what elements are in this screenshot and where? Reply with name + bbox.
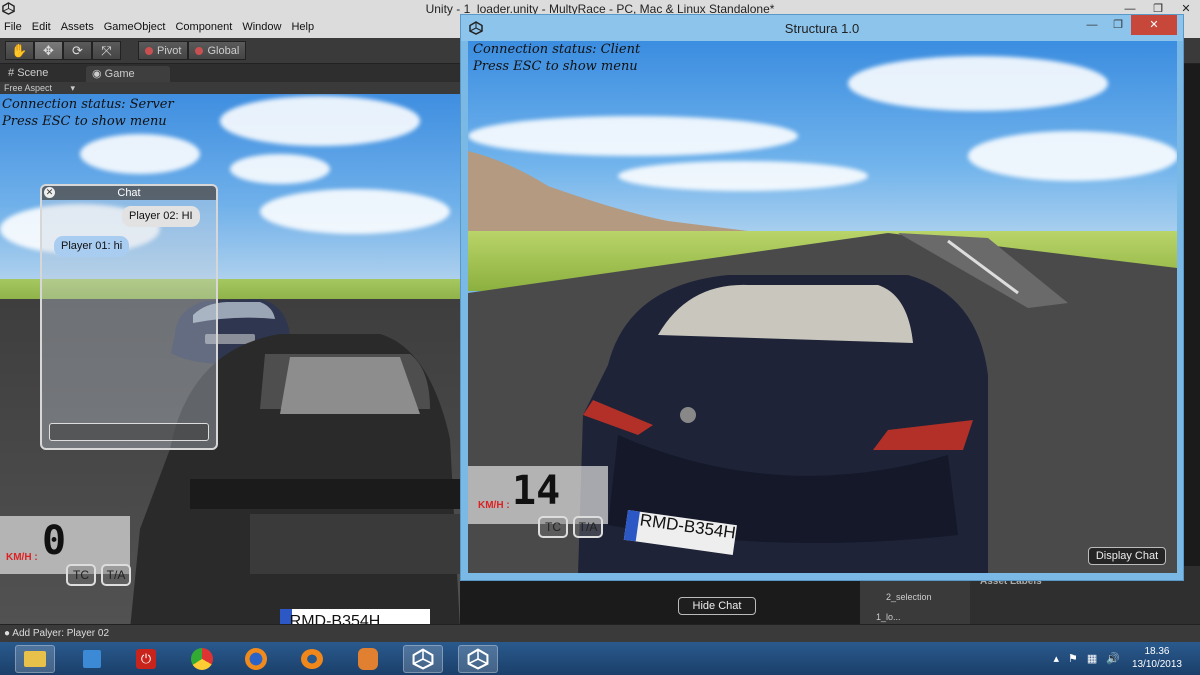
app-hand-icon[interactable] xyxy=(348,645,388,673)
speed-unit: KM/H : xyxy=(478,500,510,511)
tray-volume-icon[interactable]: 🔊 xyxy=(1106,652,1120,665)
unity-icon[interactable] xyxy=(403,645,443,673)
rotate-tool-button[interactable]: ⟳ xyxy=(63,41,92,60)
screen: Unity - 1_loader.unity - MultyRace - PC,… xyxy=(0,0,1200,675)
taskbar: ⏻ ▴ ⚑ ▦ 🔊 18.36 13/10/2013 xyxy=(0,642,1200,675)
tray-network-icon[interactable]: ▦ xyxy=(1087,652,1097,665)
client-minimize-button[interactable]: — xyxy=(1079,15,1105,35)
display-chat-button[interactable]: Display Chat xyxy=(1088,547,1166,565)
menu-gameobject[interactable]: GameObject xyxy=(100,18,172,38)
client-titlebar: Structura 1.0 — ❐ ✕ xyxy=(461,15,1183,41)
aspect-dropdown[interactable]: Free Aspect ▾ xyxy=(0,82,460,94)
chat-close-icon[interactable]: ✕ xyxy=(44,187,55,198)
system-tray: ▴ ⚑ ▦ 🔊 xyxy=(1053,652,1120,665)
firefox-icon[interactable] xyxy=(236,645,276,673)
clock-time: 18.36 xyxy=(1144,646,1170,657)
chevron-down-icon: ▾ xyxy=(70,83,76,93)
client-maximize-button[interactable]: ❐ xyxy=(1105,15,1131,35)
project-item[interactable]: 2_selection xyxy=(886,592,932,602)
view-tabs: # Scene ◉ Game xyxy=(0,64,460,82)
tab-scene[interactable]: # Scene xyxy=(2,66,54,82)
client-connection-status: Connection status: Client xyxy=(473,42,641,57)
speed-value: 0 xyxy=(42,518,67,564)
chat-message: Player 02: HI xyxy=(122,206,200,227)
file-explorer-icon[interactable] xyxy=(15,645,55,673)
status-message: Add Palyer: Player 02 xyxy=(12,628,109,639)
speed-unit: KM/H : xyxy=(6,552,38,563)
blender-icon[interactable] xyxy=(292,645,332,673)
unity-icon[interactable] xyxy=(458,645,498,673)
client-close-button[interactable]: ✕ xyxy=(1131,15,1177,35)
menu-component[interactable]: Component xyxy=(171,18,238,38)
chat-header: ✕ Chat xyxy=(42,186,216,200)
chrome-icon[interactable] xyxy=(182,645,222,673)
rotate-icon: ⟳ xyxy=(72,42,83,58)
menu-file[interactable]: File xyxy=(0,18,28,38)
hand-tool-button[interactable]: ✋ xyxy=(5,41,34,60)
client-window: Structura 1.0 — ❐ ✕ RMD-B354H Connection… xyxy=(460,14,1184,581)
pivot-toggle[interactable]: Pivot xyxy=(138,41,189,60)
clock-date: 13/10/2013 xyxy=(1131,659,1182,670)
client-hint: Press ESC to show menu xyxy=(473,59,638,74)
menu-window[interactable]: Window xyxy=(238,18,287,38)
chat-message: Player 01: hi xyxy=(54,236,130,257)
client-game-view[interactable]: RMD-B354H Connection status: Client Pres… xyxy=(468,41,1177,573)
menu-edit[interactable]: Edit xyxy=(28,18,57,38)
server-connection-status: Connection status: Server xyxy=(2,97,174,112)
speed-value: 14 xyxy=(512,468,561,514)
ta-button[interactable]: T/A xyxy=(573,516,603,538)
global-icon xyxy=(195,46,204,55)
tray-flag-icon[interactable]: ⚑ xyxy=(1068,652,1078,665)
pivot-icon xyxy=(145,46,153,55)
menu-assets[interactable]: Assets xyxy=(57,18,100,38)
scale-tool-button[interactable]: ⤧ xyxy=(92,41,121,60)
scale-icon: ⤧ xyxy=(101,42,112,58)
move-tool-button[interactable]: ✥ xyxy=(34,41,63,60)
game-icon: ◉ xyxy=(92,68,102,80)
info-icon: ● xyxy=(4,628,11,639)
client-window-title: Structura 1.0 xyxy=(784,21,860,36)
chat-input[interactable] xyxy=(49,423,209,441)
menu-help[interactable]: Help xyxy=(287,18,320,38)
tc-button[interactable]: TC xyxy=(66,564,96,586)
scene-icon: # xyxy=(8,67,15,79)
project-item[interactable]: 1_lo... xyxy=(876,612,901,622)
project-panel: 2_selection 1_lo... xyxy=(860,578,972,624)
player-car-client: RMD-B354H xyxy=(578,275,988,573)
editor-status-bar: ● Add Palyer: Player 02 xyxy=(0,624,1200,642)
control-panel-icon[interactable] xyxy=(72,645,112,673)
chat-panel: ✕ Chat Player 02: HI Player 01: hi xyxy=(40,184,218,450)
tray-up-arrow-icon[interactable]: ▴ xyxy=(1053,652,1059,665)
ta-button[interactable]: T/A xyxy=(101,564,131,586)
server-game-view[interactable]: RMD-B354H Connection status: Server Pres… xyxy=(0,94,460,624)
server-plate-text: RMD-B354H xyxy=(290,613,381,624)
hand-icon: ✋ xyxy=(11,42,28,58)
power-app-icon[interactable]: ⏻ xyxy=(126,645,166,673)
global-toggle[interactable]: Global xyxy=(188,41,247,60)
hide-chat-button[interactable]: Hide Chat xyxy=(678,597,756,615)
chat-title: Chat xyxy=(117,187,141,199)
tc-button[interactable]: TC xyxy=(538,516,568,538)
server-hint: Press ESC to show menu xyxy=(2,114,167,129)
taskbar-clock[interactable]: 18.36 13/10/2013 xyxy=(1132,645,1182,671)
move-icon: ✥ xyxy=(43,42,54,58)
tab-game[interactable]: ◉ Game xyxy=(86,66,170,82)
